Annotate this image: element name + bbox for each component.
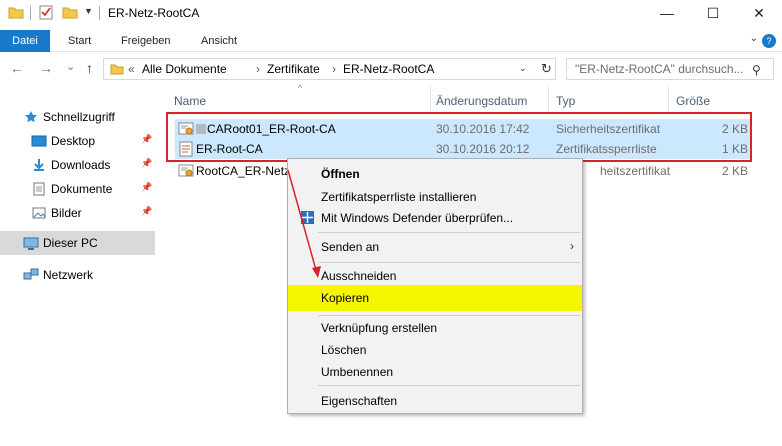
annotation-arrow xyxy=(287,169,321,278)
